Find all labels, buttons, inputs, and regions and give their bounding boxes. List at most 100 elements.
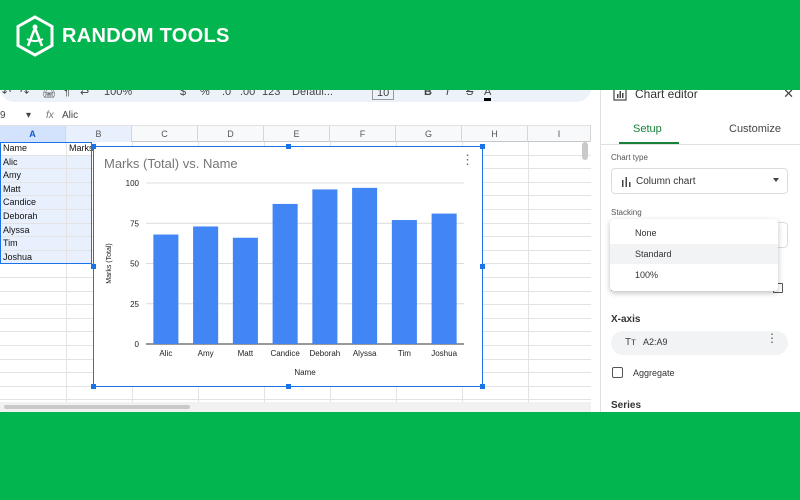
compass-icon [16,15,54,57]
bar[interactable] [431,213,457,344]
range-selection [0,142,92,264]
xaxis-label: X-axis [611,314,641,325]
xaxis-range-chip[interactable]: Tт A2:A9 ⋮ [611,331,788,355]
bar[interactable] [153,234,179,344]
more-vert-icon[interactable]: ⋮ [766,332,778,344]
scrollbar-thumb[interactable] [4,405,190,409]
formula-bar: 9 ▾ fx Alic [0,106,591,126]
tab-customize[interactable]: Customize [729,123,781,135]
col-header-g[interactable]: G [396,126,462,142]
resize-handle[interactable] [286,384,291,389]
x-tick-label: Alic [159,349,172,358]
chart-canvas: 0 25 50 75 100 Alic Amy Matt Candice Deborah Alyss… [106,179,464,377]
xaxis-range-value: A2:A9 [643,337,668,347]
x-axis-label: Name [294,368,316,377]
resize-handle[interactable] [480,264,485,269]
undo-icon-2[interactable]: ↩ [80,90,89,99]
chart-title: Marks (Total) vs. Name [104,156,238,171]
col-header-c[interactable]: C [132,126,198,142]
bar[interactable] [391,220,417,344]
dropdown-option-100-percent[interactable]: 100% [610,265,778,285]
y-tick-label: 75 [130,219,139,228]
y-tick-label: 25 [130,300,139,309]
dropdown-option-standard[interactable]: Standard [610,244,778,264]
aggregate-label: Aggregate [633,368,675,378]
font-size-field[interactable]: 10 [372,90,395,100]
col-header-d[interactable]: D [198,126,264,142]
chevron-down-icon [773,178,779,182]
resize-handle[interactable] [91,384,96,389]
close-icon[interactable]: ✕ [783,90,794,102]
chart-editor-icon [613,90,627,101]
bar[interactable] [193,226,219,344]
table-row [0,387,591,401]
resize-handle[interactable] [91,144,96,149]
x-tick-label: Amy [198,349,214,358]
more-formats-button[interactable]: 123 [262,90,280,98]
horizontal-scrollbar[interactable] [0,402,591,412]
x-tick-label: Candice [270,349,300,358]
col-header-f[interactable]: F [330,126,396,142]
brand-name: RANDOM TOOLS [62,24,230,47]
spreadsheet: ↶ ↷ 🖨 ¶ ↩ 100% $ % .0 .00 123 Defaul... … [0,90,591,412]
column-chart-icon [622,177,631,187]
x-tick-label: Joshua [431,349,457,358]
col-header-a[interactable]: A [0,126,66,142]
y-tick-label: 100 [126,179,140,188]
percent-button[interactable]: % [200,90,210,98]
redo-icon[interactable]: ↷ [20,90,29,99]
resize-handle[interactable] [286,144,291,149]
text-type-icon: Tт [625,337,636,348]
embedded-chart[interactable]: 0 25 50 75 100 Alic Amy Matt Candice Deborah Alyss… [91,144,485,389]
col-header-h[interactable]: H [462,126,528,142]
y-axis-label: Marks (Total) [106,243,113,283]
stacking-label: Stacking [611,208,642,217]
formula-input[interactable]: Alic [62,110,78,121]
col-header-b[interactable]: B [66,126,132,142]
currency-button[interactable]: $ [180,90,186,98]
zoom-select[interactable]: 100% [104,90,132,98]
decrease-decimal-button[interactable]: .0 [222,90,231,98]
increase-decimal-button[interactable]: .00 [240,90,255,98]
print-icon[interactable]: 🖨 [42,90,56,99]
col-header-i[interactable]: I [528,126,591,142]
column-headers: A B C D E F G H I [0,126,591,142]
column-divider [528,142,529,412]
tab-setup[interactable]: Setup [633,123,662,135]
bar[interactable] [272,203,298,344]
resize-handle[interactable] [480,144,485,149]
bar[interactable] [232,237,258,344]
more-vert-icon[interactable]: ⋮ [461,153,474,166]
strikethrough-button[interactable]: S [466,90,473,98]
x-tick-label: Tim [398,349,411,358]
italic-button[interactable]: I [446,90,449,98]
x-tick-label: Matt [238,349,254,358]
aggregate-checkbox[interactable] [612,367,623,378]
chevron-down-icon[interactable]: ▾ [26,110,31,121]
bar[interactable] [312,189,338,344]
bar[interactable] [352,187,378,344]
sheets-toolbar: ↶ ↷ 🖨 ¶ ↩ 100% $ % .0 .00 123 Defaul... … [0,90,591,102]
x-tick-label: Alyssa [353,349,377,358]
chart-type-select[interactable]: Column chart [611,168,788,194]
bold-button[interactable]: B [424,90,432,98]
resize-handle[interactable] [480,384,485,389]
paint-format-icon[interactable]: ¶ [64,90,70,98]
brand-banner: RANDOM TOOLS [14,14,230,58]
text-color-button[interactable]: A [484,90,492,101]
fx-icon: fx [46,110,54,121]
resize-handle[interactable] [91,264,96,269]
undo-icon[interactable]: ↶ [2,90,11,99]
divider [601,144,800,145]
col-header-e[interactable]: E [264,126,330,142]
chart-editor-title: Chart editor [635,90,698,101]
stacking-dropdown-menu: None Standard 100% [610,219,778,291]
y-tick-label: 0 [135,340,140,349]
vertical-scrollbar[interactable] [582,142,588,160]
chart-type-value: Column chart [636,176,696,187]
screenshot-area: ↶ ↷ 🖨 ¶ ↩ 100% $ % .0 .00 123 Defaul... … [0,90,800,412]
cell-ref[interactable]: 9 [0,110,6,121]
font-select[interactable]: Defaul... [292,90,333,98]
series-label: Series [611,400,642,411]
dropdown-option-none[interactable]: None [610,223,778,243]
